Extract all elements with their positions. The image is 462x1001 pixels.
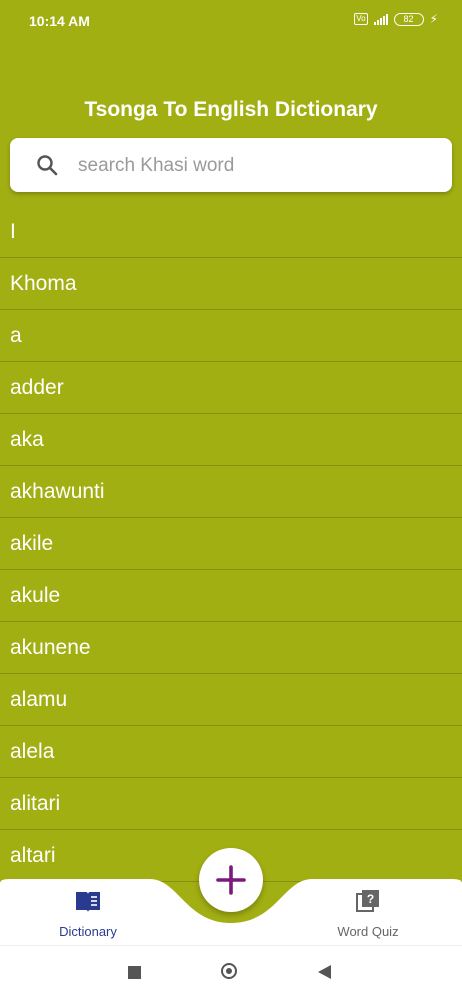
status-bar: 10:14 AM Vo 82 ⚡ [0,0,462,42]
status-time: 10:14 AM [29,13,90,29]
volte-icon: Vo [354,13,368,25]
home-icon[interactable] [221,963,237,979]
signal-icon [373,13,388,25]
battery-icon: 82 [393,12,424,26]
nav-word-quiz-label: Word Quiz [337,924,399,939]
svg-text:?: ? [367,892,374,906]
word-list-item[interactable]: alitari [0,778,462,830]
word-list-item[interactable]: Khoma [0,258,462,310]
search-bar[interactable] [10,138,452,194]
word-list-item[interactable]: akunene [0,622,462,674]
page-title: Tsonga To English Dictionary [84,98,378,121]
search-icon [37,155,58,176]
word-list-item[interactable]: akule [0,570,462,622]
nav-dictionary-label: Dictionary [59,924,117,939]
word-list-item[interactable]: adder [0,362,462,414]
recents-icon[interactable] [128,966,141,979]
word-list: I Khoma a adder aka akhawunti akile akule akunen… [0,206,462,882]
charging-icon: ⚡ [429,12,438,26]
nav-dictionary[interactable]: Dictionary [28,889,148,939]
word-list-item[interactable]: alamu [0,674,462,726]
add-button[interactable] [199,848,263,912]
search-input[interactable] [76,138,440,194]
quiz-icon: ? [356,890,379,912]
status-icons: Vo 82 ⚡ [354,12,438,26]
word-list-item[interactable]: akile [0,518,462,570]
system-navigation-bar [0,945,462,1001]
word-list-item[interactable]: a [0,310,462,362]
nav-word-quiz[interactable]: ? Word Quiz [308,889,428,939]
back-icon[interactable] [318,965,331,979]
battery-level: 82 [403,13,414,24]
word-list-item[interactable]: alela [0,726,462,778]
word-list-item[interactable]: akhawunti [0,466,462,518]
word-list-item[interactable]: aka [0,414,462,466]
word-list-item[interactable]: I [0,206,462,258]
book-icon [76,892,100,912]
plus-icon [216,865,246,895]
